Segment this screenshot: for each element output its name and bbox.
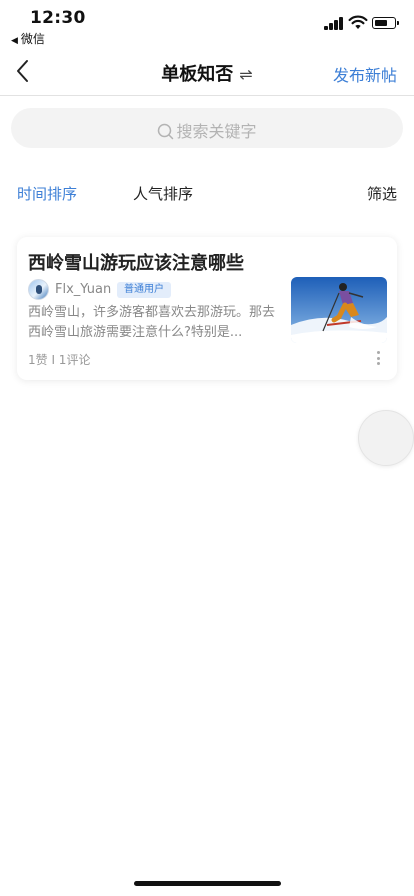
filter-button[interactable]: 筛选: [367, 183, 397, 204]
signal-icon: [324, 16, 344, 30]
search-placeholder: 搜索关键字: [176, 122, 257, 141]
more-options-icon[interactable]: [377, 351, 381, 367]
battery-icon: [372, 17, 399, 29]
home-indicator: [134, 881, 281, 886]
post-stats: 1赞 I 1评论: [28, 353, 91, 367]
user-role-badge: 普通用户: [117, 282, 171, 298]
post-card[interactable]: 西岭雪山游玩应该注意哪些 Flx_Yuan 普通用户 西岭雪山，许多游客都喜欢去…: [17, 237, 397, 380]
tab-sort-by-time[interactable]: 时间排序: [17, 183, 77, 204]
status-time: 12:30: [30, 8, 86, 28]
author-name[interactable]: Flx_Yuan: [55, 282, 111, 297]
status-bar: 12:30 ◀ 微信: [0, 0, 414, 46]
search-input[interactable]: 搜索关键字: [11, 108, 403, 148]
tab-sort-by-popularity[interactable]: 人气排序: [133, 183, 193, 204]
swap-icon: ⇌: [239, 65, 253, 84]
back-to-app-link[interactable]: ◀ 微信: [11, 30, 45, 47]
post-title: 西岭雪山游玩应该注意哪些: [28, 253, 244, 274]
publish-post-button[interactable]: 发布新帖: [333, 62, 397, 86]
post-thumbnail-image: [291, 277, 387, 343]
wifi-icon: [348, 15, 368, 29]
floating-action-button[interactable]: [358, 410, 414, 466]
avatar[interactable]: [28, 279, 49, 300]
back-app-label: 微信: [20, 32, 45, 46]
back-triangle-icon: ◀: [11, 36, 18, 46]
post-excerpt-line: 西岭雪山，许多游客都喜欢去那游玩。那去: [28, 305, 276, 320]
search-icon: [158, 123, 174, 140]
post-excerpt: 西岭雪山，许多游客都喜欢去那游玩。那去 西岭雪山旅游需要注意什么?特别是...: [28, 303, 286, 343]
page-title-text: 单板知否: [161, 64, 234, 85]
post-excerpt-line: 西岭雪山旅游需要注意什么?特别是...: [28, 325, 243, 340]
nav-bar: 单板知否 ⇌ 发布新帖: [0, 46, 414, 96]
